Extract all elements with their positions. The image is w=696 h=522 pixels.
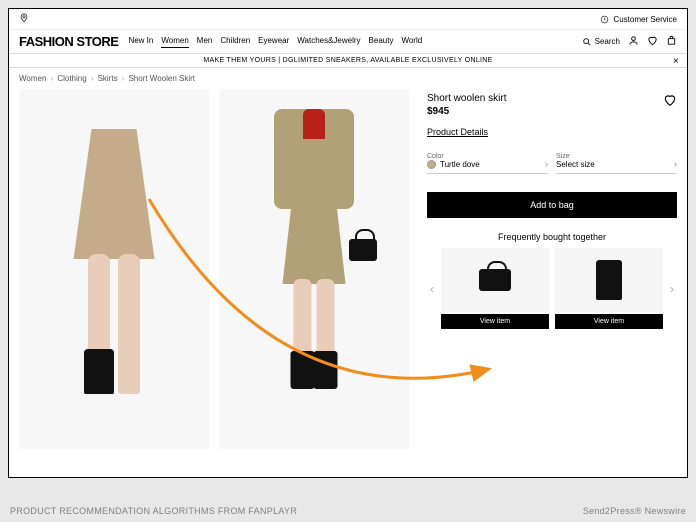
recommendation-item: View item [441, 248, 549, 329]
promo-text: MAKE THEM YOURS | DGLIMITED SNEAKERS, AV… [203, 57, 492, 64]
size-label: Size [556, 153, 595, 160]
view-item-button[interactable]: View item [555, 314, 663, 329]
nav-new-in[interactable]: New In [128, 36, 153, 48]
breadcrumb-item[interactable]: Women [19, 74, 53, 83]
account-icon[interactable] [628, 35, 639, 48]
view-item-button[interactable]: View item [441, 314, 549, 329]
product-details-panel: Short woolen skirt $945 Product Details … [419, 89, 677, 449]
nav-men[interactable]: Men [197, 36, 213, 48]
recommendations-title: Frequently bought together [427, 232, 677, 242]
color-selector[interactable]: Color Turtle dove › [427, 153, 548, 174]
logo[interactable]: FASHION STORE [19, 34, 118, 49]
product-content: Short woolen skirt $945 Product Details … [9, 89, 687, 449]
recommendation-image-boots[interactable] [555, 248, 663, 312]
customer-service-label: Customer Service [613, 15, 677, 24]
location-pin-icon[interactable] [19, 13, 29, 25]
close-icon[interactable]: × [673, 56, 679, 67]
chevron-right-icon: › [545, 159, 548, 169]
size-value: Select size [556, 160, 595, 169]
image-caption: PRODUCT RECOMMENDATION ALGORITHMS FROM F… [10, 506, 686, 516]
recommendation-image-handbag[interactable] [441, 248, 549, 312]
add-to-bag-button[interactable]: Add to bag [427, 192, 677, 218]
promo-banner: MAKE THEM YOURS | DGLIMITED SNEAKERS, AV… [9, 54, 687, 68]
product-image-outfit[interactable] [219, 89, 409, 449]
caption-right: Send2Press® Newswire [583, 506, 686, 516]
size-selector[interactable]: Size Select size › [556, 153, 677, 174]
headset-icon [600, 15, 609, 24]
search-icon [582, 37, 592, 47]
caption-left: PRODUCT RECOMMENDATION ALGORITHMS FROM F… [10, 506, 297, 516]
product-price: $945 [427, 106, 506, 117]
bag-icon[interactable] [666, 35, 677, 48]
search-link[interactable]: Search [582, 37, 620, 47]
nav-links: New In Women Men Children Eyewear Watche… [128, 36, 571, 48]
color-value: Turtle dove [440, 160, 480, 169]
product-details-link[interactable]: Product Details [427, 127, 488, 137]
main-nav: FASHION STORE New In Women Men Children … [9, 30, 687, 54]
search-label: Search [595, 37, 620, 46]
nav-eyewear[interactable]: Eyewear [258, 36, 289, 48]
wishlist-icon[interactable] [647, 35, 658, 48]
nav-children[interactable]: Children [220, 36, 250, 48]
breadcrumb: Women Clothing Skirts Short Woolen Skirt [9, 68, 687, 89]
carousel-next-icon[interactable]: › [667, 282, 677, 296]
product-title: Short woolen skirt [427, 93, 506, 104]
color-label: Color [427, 153, 480, 160]
color-swatch [427, 160, 436, 169]
breadcrumb-item: Short Woolen Skirt [128, 74, 195, 83]
carousel-prev-icon[interactable]: ‹ [427, 282, 437, 296]
recommendation-item: View item [555, 248, 663, 329]
wishlist-heart-icon[interactable] [663, 93, 677, 109]
nav-beauty[interactable]: Beauty [369, 36, 394, 48]
breadcrumb-item[interactable]: Skirts [98, 74, 125, 83]
nav-watches-jewelry[interactable]: Watches&Jewelry [297, 36, 360, 48]
customer-service-link[interactable]: Customer Service [600, 15, 677, 24]
product-image-main[interactable] [19, 89, 209, 449]
top-utility-bar: Customer Service [9, 9, 687, 30]
chevron-right-icon: › [674, 159, 677, 169]
nav-women[interactable]: Women [161, 36, 188, 48]
nav-world[interactable]: World [401, 36, 422, 48]
breadcrumb-item[interactable]: Clothing [57, 74, 93, 83]
